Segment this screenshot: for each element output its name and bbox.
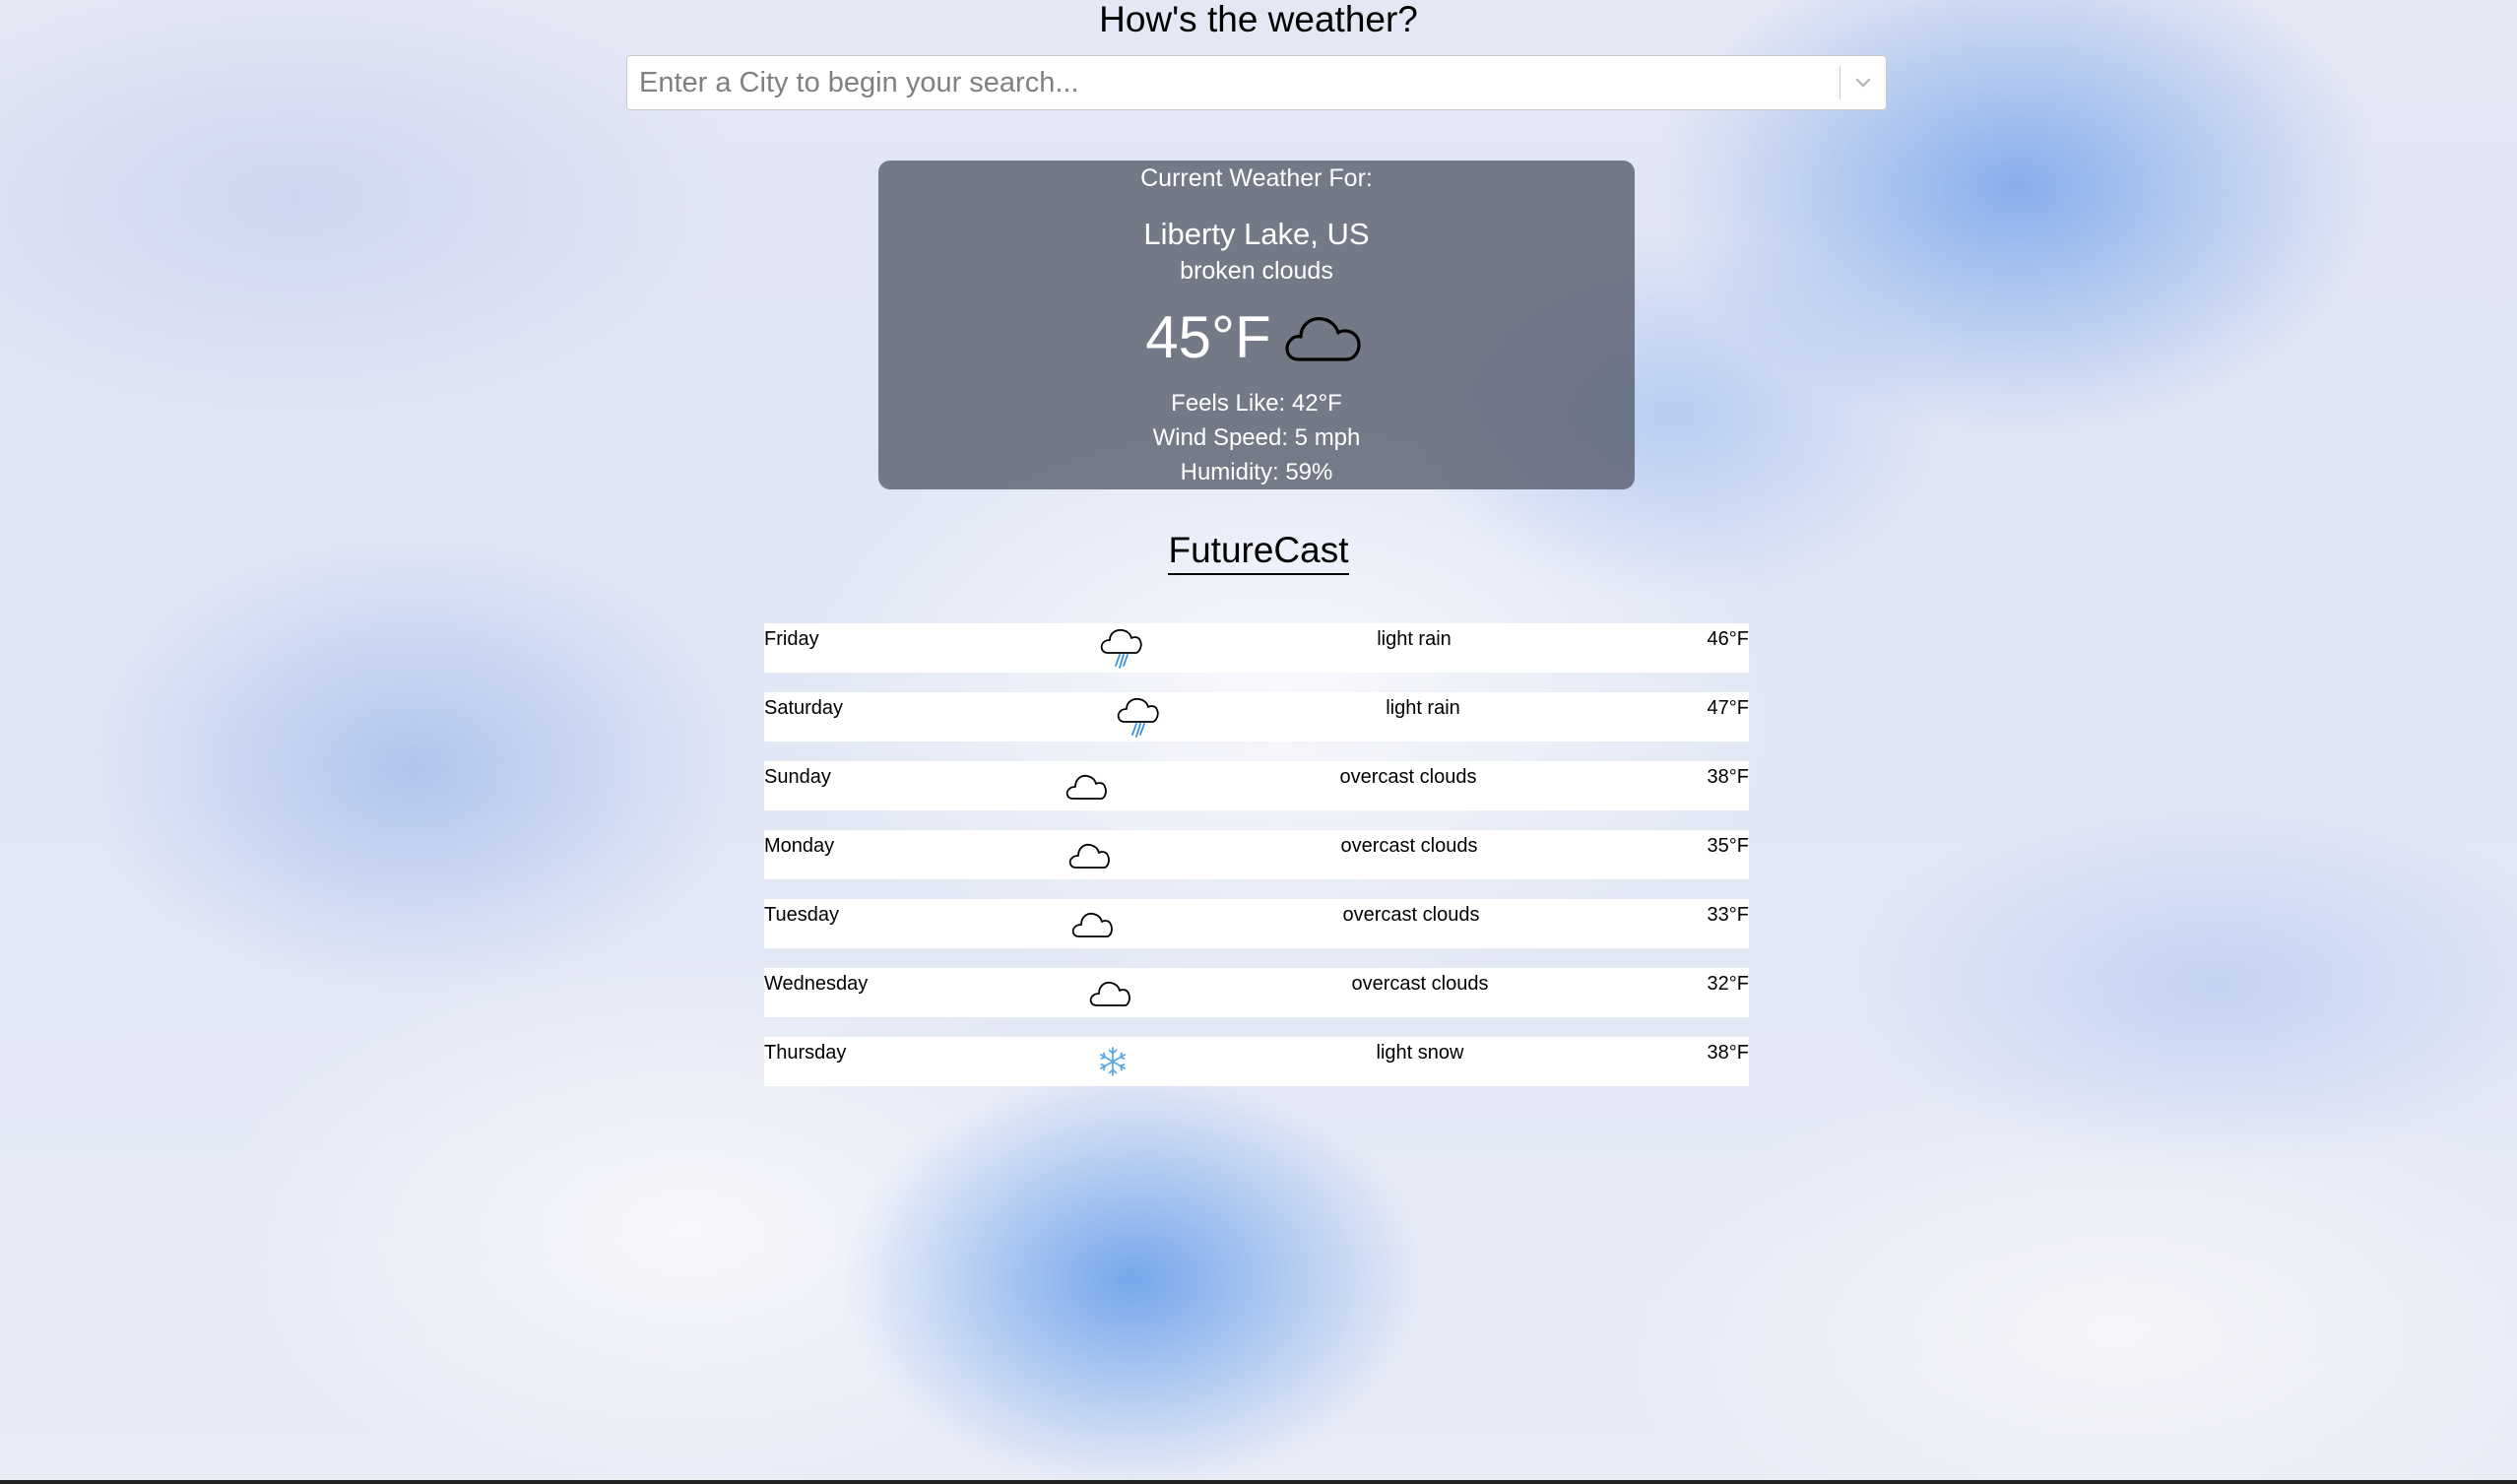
cloud-icon bbox=[1065, 830, 1113, 879]
forecast-row-sunday: Sunday overcast clouds 38°F bbox=[764, 761, 1749, 810]
forecast-row-monday: Monday overcast clouds 35°F bbox=[764, 830, 1749, 879]
current-city: Liberty Lake, US bbox=[1143, 217, 1370, 251]
wind-speed: Wind Speed: 5 mph bbox=[1152, 424, 1361, 451]
forecast-temp: 46°F bbox=[1707, 628, 1749, 650]
forecast-description: overcast clouds bbox=[1339, 766, 1477, 788]
city-search-select[interactable] bbox=[626, 55, 1887, 110]
forecast-description: light rain bbox=[1386, 697, 1460, 719]
forecast-temp: 38°F bbox=[1707, 1042, 1749, 1064]
snowflake-icon bbox=[1089, 1037, 1136, 1086]
forecast-row-saturday: Saturday light rain 47°F bbox=[764, 692, 1749, 742]
current-weather-label: Current Weather For: bbox=[1140, 164, 1373, 192]
forecast-temp: 32°F bbox=[1707, 973, 1749, 995]
bottom-edge-bar bbox=[0, 1480, 2517, 1484]
rain-icon bbox=[1114, 692, 1161, 742]
forecast-description: overcast clouds bbox=[1342, 904, 1480, 926]
forecast-row-tuesday: Tuesday overcast clouds 33°F bbox=[764, 899, 1749, 948]
feels-like: Feels Like: 42°F bbox=[1171, 390, 1342, 417]
forecast-day: Sunday bbox=[764, 766, 831, 788]
page-title: How's the weather? bbox=[1099, 0, 1418, 39]
city-search-input[interactable] bbox=[627, 56, 1839, 109]
rain-icon bbox=[1097, 623, 1144, 673]
cloud-icon bbox=[1063, 761, 1110, 810]
forecast-description: light snow bbox=[1376, 1042, 1464, 1064]
forecast-day: Thursday bbox=[764, 1042, 847, 1064]
forecast-temp: 33°F bbox=[1707, 904, 1749, 926]
forecast-title-text: FutureCast bbox=[1168, 530, 1349, 575]
forecast-description: overcast clouds bbox=[1351, 973, 1489, 995]
current-temperature: 45°F bbox=[1145, 304, 1271, 370]
forecast-temp: 35°F bbox=[1707, 835, 1749, 857]
forecast-day: Wednesday bbox=[764, 973, 869, 995]
forecast-day: Tuesday bbox=[764, 904, 839, 926]
forecast-temp: 38°F bbox=[1707, 766, 1749, 788]
current-description: broken clouds bbox=[1180, 257, 1333, 285]
forecast-day: Monday bbox=[764, 835, 835, 857]
forecast-title: FutureCast bbox=[0, 528, 2517, 575]
forecast-row-friday: Friday light rain 46°F bbox=[764, 623, 1749, 673]
forecast-row-thursday: Thursday light snow 38°F bbox=[764, 1037, 1749, 1086]
cloud-icon bbox=[1068, 899, 1116, 948]
forecast-day: Saturday bbox=[764, 697, 844, 719]
current-temperature-row: 45°F bbox=[878, 300, 1635, 375]
cloud-icon bbox=[1281, 306, 1368, 370]
forecast-day: Friday bbox=[764, 628, 819, 650]
forecast-temp: 47°F bbox=[1707, 697, 1749, 719]
humidity: Humidity: 59% bbox=[1180, 459, 1333, 485]
cloud-icon bbox=[1086, 968, 1133, 1017]
forecast-description: light rain bbox=[1377, 628, 1452, 650]
search-dropdown-toggle[interactable] bbox=[1840, 56, 1886, 109]
forecast-row-wednesday: Wednesday overcast clouds 32°F bbox=[764, 968, 1749, 1017]
chevron-down-icon bbox=[1855, 78, 1871, 88]
forecast-description: overcast clouds bbox=[1340, 835, 1478, 857]
